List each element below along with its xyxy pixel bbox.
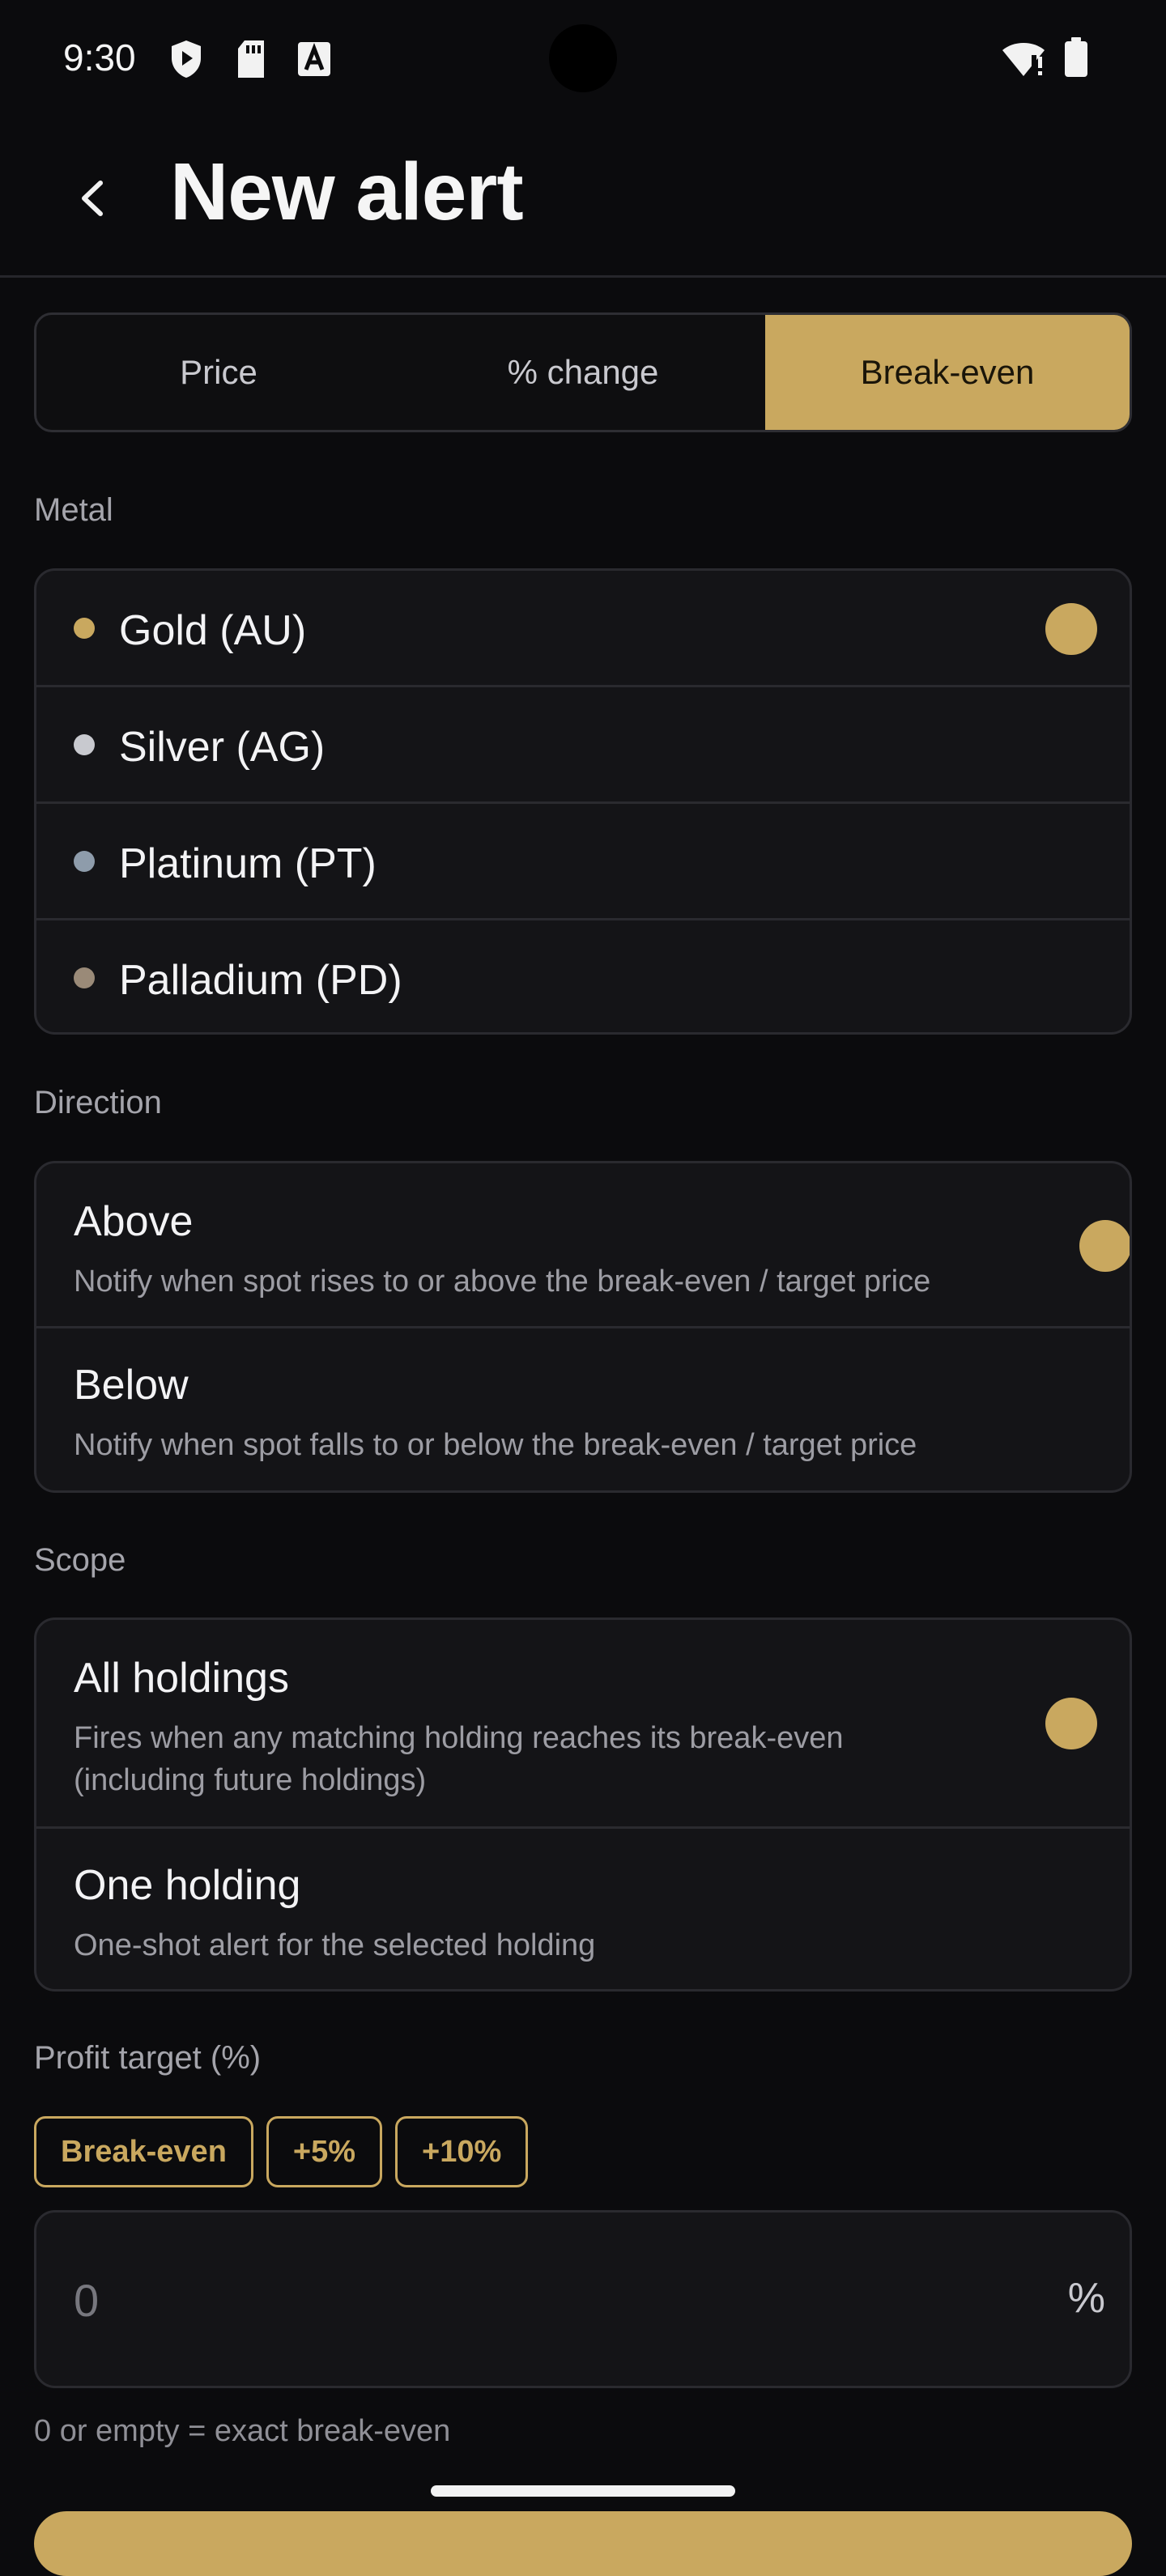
metal-option-silver[interactable]: Silver (AG) (36, 687, 1130, 804)
scope-option-all-holdings[interactable]: All holdings Fires when any matching hol… (36, 1620, 1130, 1829)
chip-break-even[interactable]: Break-even (34, 2116, 253, 2187)
metal-option-label: Palladium (PD) (119, 957, 402, 1004)
direction-section-label: Direction (34, 1085, 162, 1120)
scope-option-desc: One-shot alert for the selected holding (74, 1928, 596, 1962)
tab-break-even[interactable]: Break-even (765, 315, 1130, 430)
back-button[interactable] (65, 170, 121, 227)
palladium-color-dot (74, 967, 95, 988)
gesture-navigation-bar[interactable] (431, 2485, 735, 2497)
wifi-alert-icon (1001, 39, 1046, 82)
metal-option-label: Platinum (PT) (119, 840, 377, 887)
camera-cutout (549, 24, 617, 92)
gold-color-dot (74, 618, 95, 639)
page-title: New alert (170, 147, 524, 237)
scope-option-desc: Fires when any matching holding reaches … (74, 1721, 844, 1755)
save-alert-button[interactable] (34, 2511, 1132, 2576)
direction-option-desc: Notify when spot rises to or above the b… (74, 1265, 931, 1299)
shield-play-icon (168, 39, 204, 83)
direction-option-title: Above (74, 1198, 194, 1245)
chip-plus-10[interactable]: +10% (395, 2116, 529, 2187)
silver-color-dot (74, 734, 95, 755)
sd-card-icon (235, 39, 267, 83)
direction-option-below[interactable]: Below Notify when spot falls to or below… (36, 1328, 1130, 1490)
scope-option-desc: (including future holdings) (74, 1763, 427, 1797)
metal-option-platinum[interactable]: Platinum (PT) (36, 804, 1130, 920)
direction-option-title: Below (74, 1362, 189, 1409)
profit-target-helper: 0 or empty = exact break-even (34, 2414, 451, 2448)
direction-list: Above Notify when spot rises to or above… (34, 1161, 1132, 1493)
status-time: 9:30 (63, 36, 136, 79)
battery-icon (1064, 37, 1088, 82)
platinum-color-dot (74, 851, 95, 872)
profit-target-chips: Break-even +5% +10% (34, 2116, 529, 2187)
metal-option-label: Silver (AG) (119, 724, 326, 771)
profit-target-value[interactable]: 0 (74, 2274, 99, 2327)
status-bar: 9:30 (0, 0, 1166, 121)
direction-option-above[interactable]: Above Notify when spot rises to or above… (36, 1163, 1130, 1328)
tab-price[interactable]: Price (36, 315, 401, 430)
scope-option-title: All holdings (74, 1655, 289, 1702)
tab-percent-change[interactable]: % change (401, 315, 765, 430)
app-bar: New alert (0, 121, 1166, 277)
percent-suffix: % (1067, 2275, 1105, 2322)
scope-section-label: Scope (34, 1542, 126, 1578)
app-bar-divider (0, 275, 1166, 278)
profit-target-label: Profit target (%) (34, 2040, 262, 2076)
metal-list: Gold (AU) Silver (AG) Platinum (PT) Pall… (34, 568, 1132, 1035)
selected-radio-indicator (1079, 1220, 1130, 1272)
chevron-left-icon (82, 181, 103, 216)
scope-list: All holdings Fires when any matching hol… (34, 1617, 1132, 1992)
alert-type-tabs: Price % change Break-even (34, 312, 1132, 432)
a-box-icon (296, 39, 332, 83)
direction-option-desc: Notify when spot falls to or below the b… (74, 1428, 917, 1462)
metal-option-gold[interactable]: Gold (AU) (36, 571, 1130, 687)
chip-plus-5[interactable]: +5% (266, 2116, 383, 2187)
selected-radio-indicator (1045, 1698, 1097, 1749)
selected-radio-indicator (1045, 603, 1097, 655)
scope-option-title: One holding (74, 1862, 301, 1909)
metal-option-palladium[interactable]: Palladium (PD) (36, 920, 1130, 1032)
metal-option-label: Gold (AU) (119, 607, 307, 654)
scope-option-one-holding[interactable]: One holding One-shot alert for the selec… (36, 1829, 1130, 1989)
metal-section-label: Metal (34, 492, 113, 528)
profit-target-input[interactable]: 0 % (34, 2210, 1132, 2388)
